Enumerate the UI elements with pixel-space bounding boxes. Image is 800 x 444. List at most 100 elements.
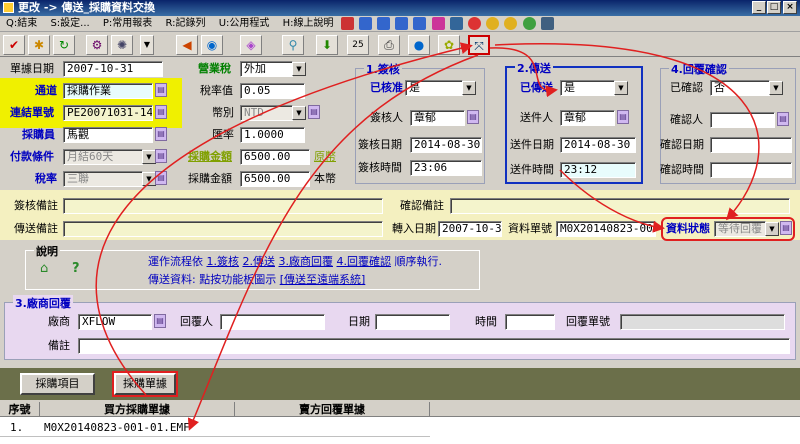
people-icon[interactable] (522, 16, 536, 30)
maximize-button[interactable]: □ (767, 1, 781, 14)
close-box-icon[interactable] (431, 16, 445, 30)
nav-icon[interactable] (358, 16, 372, 30)
help-icon[interactable]: ? (72, 261, 80, 277)
confirmed-dropdown[interactable]: ▼ (769, 81, 783, 95)
exchange-field[interactable]: 1.0000 (240, 127, 305, 143)
menu-reports[interactable]: P:常用報表 (103, 18, 152, 29)
channel-field[interactable]: 採購作業 (63, 83, 153, 99)
question-icon[interactable] (340, 16, 354, 30)
nav-icon[interactable] (395, 16, 409, 30)
transmit-time-field[interactable]: 23:12 (560, 162, 636, 178)
pay-terms-dropdown[interactable]: ▼ (142, 150, 156, 164)
confirm-time-field[interactable] (710, 162, 792, 178)
signer-field[interactable]: 章郁 (410, 110, 465, 126)
tab-purchase-docs[interactable]: 採購單據 (112, 371, 178, 397)
tax-rate-num-field[interactable]: 0.05 (240, 83, 305, 99)
vendor-note-field[interactable] (78, 338, 790, 354)
approved-dropdown[interactable]: ▼ (462, 81, 476, 95)
home-icon[interactable]: ⌂ (40, 261, 48, 277)
business-tax-dropdown[interactable]: ▼ (292, 62, 306, 76)
dropdown-icon[interactable]: ▼ (140, 35, 154, 55)
menu-records[interactable]: R:記錄列 (165, 18, 205, 29)
confirm-date-field[interactable] (710, 137, 792, 153)
status-pick-button[interactable]: ▤ (780, 221, 792, 235)
status-dropdown[interactable]: ▼ (765, 222, 779, 236)
vendor-time-field[interactable] (505, 314, 555, 330)
confirmer-field[interactable] (710, 112, 775, 128)
local-amount-field[interactable]: 6500.00 (240, 171, 310, 187)
confirmed-field[interactable]: 否 (710, 80, 770, 96)
send-remote-icon[interactable]: ⤧ (468, 35, 490, 55)
nav-icon[interactable] (377, 16, 391, 30)
run-icon[interactable]: ✱ (28, 35, 50, 55)
close-button[interactable]: × (783, 1, 797, 14)
bulb-icon[interactable] (504, 16, 518, 30)
cluster-icon[interactable]: ✿ (438, 35, 460, 55)
search-icon[interactable]: ⚲ (282, 35, 304, 55)
exchange-icon[interactable] (540, 16, 554, 30)
grid-header-seq[interactable]: 序號 (0, 402, 40, 417)
refresh-icon[interactable]: ↻ (53, 35, 75, 55)
transmit-date-field[interactable]: 2014-08-30 (560, 137, 636, 153)
step2-link[interactable]: 2.傳送 (243, 255, 276, 268)
orig-amount-field[interactable]: 6500.00 (240, 149, 310, 165)
sent-dropdown[interactable]: ▼ (614, 81, 628, 95)
grid-header-seller-doc[interactable]: 賣方回覆單據 (235, 402, 430, 417)
approval-time-field[interactable]: 23:06 (410, 160, 482, 176)
broadcast-icon[interactable]: ◈ (240, 35, 262, 55)
send-remote-link[interactable]: [傳送至遠端系統] (280, 273, 366, 286)
menu-settings[interactable]: S:設定... (50, 18, 89, 29)
channel-pick-button[interactable]: ▤ (155, 83, 167, 97)
buyer-field[interactable]: 馬觀 (63, 127, 153, 143)
import-date-field[interactable]: 2007-10-31 (438, 221, 502, 237)
sender-pick-button[interactable]: ▤ (617, 110, 629, 124)
step1-link[interactable]: 1.簽核 (207, 255, 240, 268)
back-icon[interactable]: ◀ (176, 35, 198, 55)
vendor-pick-button[interactable]: ▤ (154, 314, 166, 328)
sent-field[interactable]: 是 (560, 80, 615, 96)
save-icon[interactable]: ✔ (3, 35, 25, 55)
confirmer-pick-button[interactable]: ▤ (777, 112, 789, 126)
menu-quit[interactable]: Q:結束 (6, 18, 37, 29)
calendar-icon[interactable]: 25 (347, 35, 369, 55)
pay-terms-field[interactable]: 月結60天 (63, 149, 143, 165)
tax-rate-pick-button[interactable]: ▤ (155, 171, 167, 185)
menu-help[interactable]: H:線上說明 (283, 18, 334, 29)
vendor-field[interactable]: XFLOW (78, 314, 152, 330)
chat-icon[interactable]: ● (408, 35, 430, 55)
tax-rate-dropdown[interactable]: ▼ (142, 172, 156, 186)
vendor-date-field[interactable] (375, 314, 450, 330)
step3-link[interactable]: 3.廠商回覆 (279, 255, 334, 268)
grid-header-buyer-doc[interactable]: 買方採購單據 (40, 402, 235, 417)
approval-note-field[interactable] (63, 198, 383, 214)
tab-purchase-items[interactable]: 採購項目 (20, 373, 95, 395)
doc-no-field[interactable]: M0X20140823-001 (556, 221, 656, 237)
approval-date-field[interactable]: 2014-08-30 (410, 137, 482, 153)
reply-no-field[interactable] (620, 314, 785, 330)
order-date-field[interactable]: 2007-10-31 (63, 61, 163, 77)
menu-utilities[interactable]: U:公用程式 (219, 18, 270, 29)
help-circle-icon[interactable] (467, 16, 481, 30)
pay-terms-pick-button[interactable]: ▤ (155, 149, 167, 163)
link-no-field[interactable]: PE20071031-14 (63, 105, 153, 121)
settings-icon[interactable]: ⚙ (86, 35, 108, 55)
print-icon[interactable]: ⎙ (378, 35, 400, 55)
row-buyer-doc[interactable]: M0X20140823-001-01.EMF (44, 420, 190, 436)
currency-field[interactable]: NTD (240, 105, 293, 121)
record-icon[interactable] (449, 16, 463, 30)
nav-icon[interactable] (413, 16, 427, 30)
currency-pick-button[interactable]: ▤ (308, 105, 320, 119)
business-tax-field[interactable]: 外加 (240, 61, 293, 77)
confirm-note-field[interactable] (450, 198, 790, 214)
currency-dropdown[interactable]: ▼ (292, 106, 306, 120)
signer-pick-button[interactable]: ▤ (467, 110, 479, 124)
download-icon[interactable]: ⬇ (316, 35, 338, 55)
minimize-button[interactable]: _ (752, 1, 766, 14)
tax-rate-field[interactable]: 三聯 (63, 171, 143, 187)
buyer-pick-button[interactable]: ▤ (155, 127, 167, 141)
eye-icon[interactable]: ◉ (201, 35, 223, 55)
bulb-icon[interactable] (486, 16, 500, 30)
sender-field[interactable]: 章郁 (560, 110, 615, 126)
replier-field[interactable] (220, 314, 325, 330)
link-no-pick-button[interactable]: ▤ (155, 105, 167, 119)
